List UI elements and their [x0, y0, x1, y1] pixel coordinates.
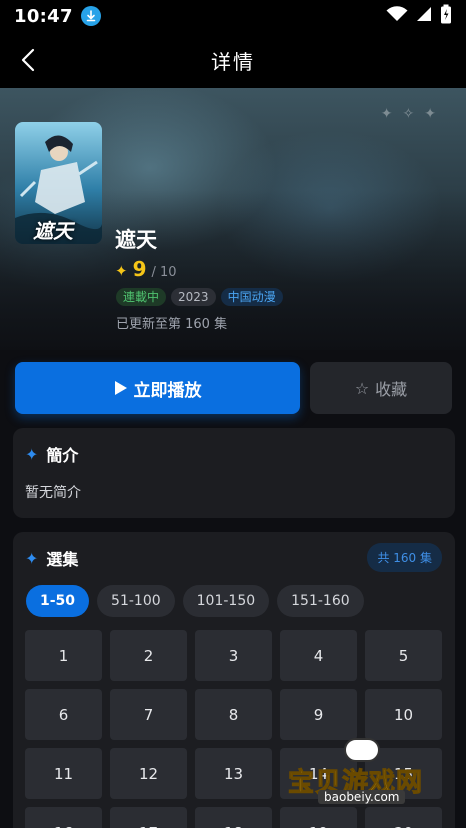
year-badge: 2023 — [171, 288, 216, 306]
range-tab[interactable]: 101-150 — [182, 585, 270, 617]
gamepad-logo-icon — [344, 738, 380, 762]
episode-button[interactable]: 19 — [280, 807, 357, 828]
intro-text: 暂无简介 — [25, 485, 81, 501]
status-time: 10:47 — [14, 5, 73, 27]
play-now-label: 立即播放 — [133, 380, 202, 401]
sparkle-star-icon: ✦ — [115, 262, 128, 280]
range-tab[interactable]: 51-100 — [97, 585, 175, 617]
show-title: 遮天 — [115, 228, 157, 252]
genre-badge: 中国动漫 — [220, 288, 283, 306]
intro-title: 簡介 — [46, 446, 79, 465]
watermark-url: baobeiy.com — [318, 790, 406, 804]
episode-button[interactable]: 18 — [195, 807, 272, 828]
rating: ✦ 9 / 10 — [115, 257, 177, 281]
update-status: 已更新至第 160 集 — [116, 317, 228, 332]
episode-button[interactable]: 6 — [25, 689, 102, 740]
poster-title: 遮天 — [33, 219, 73, 243]
sparkle-decoration-icon: ✦✧✦ — [380, 106, 446, 122]
status-bar: 10:47 — [0, 0, 466, 32]
episode-button[interactable]: 10 — [365, 689, 442, 740]
episode-button[interactable]: 1 — [25, 630, 102, 681]
episode-button[interactable]: 20 — [365, 807, 442, 828]
play-now-button[interactable]: 立即播放 — [15, 362, 300, 414]
favorite-button[interactable]: ☆ 收藏 — [310, 362, 452, 414]
range-tab[interactable]: 1-50 — [26, 585, 90, 617]
episode-button[interactable]: 12 — [110, 748, 187, 799]
episode-button[interactable]: 7 — [110, 689, 187, 740]
sparkle-icon: ✦ — [25, 548, 39, 568]
episode-title: 選集 — [46, 550, 79, 569]
page-title: 详情 — [211, 49, 255, 74]
episode-button[interactable]: 5 — [365, 630, 442, 681]
rating-score: 9 — [132, 257, 147, 281]
episode-button[interactable]: 3 — [195, 630, 272, 681]
back-button[interactable] — [12, 44, 44, 76]
status-badge: 連載中 — [116, 288, 167, 306]
star-outline-icon: ☆ — [354, 378, 370, 398]
episode-button[interactable]: 4 — [280, 630, 357, 681]
poster-image[interactable]: 遮天 — [15, 122, 102, 244]
episode-button[interactable]: 11 — [25, 748, 102, 799]
rating-max: / 10 — [151, 265, 177, 280]
episode-button[interactable]: 16 — [25, 807, 102, 828]
episode-button[interactable]: 17 — [110, 807, 187, 828]
wifi-icon — [386, 6, 408, 26]
favorite-label: 收藏 — [375, 380, 408, 399]
chevron-left-icon — [21, 48, 35, 72]
episode-button[interactable]: 13 — [195, 748, 272, 799]
episode-button[interactable]: 8 — [195, 689, 272, 740]
episode-button[interactable]: 2 — [110, 630, 187, 681]
range-tab[interactable]: 151-160 — [277, 585, 364, 617]
episode-count-badge: 共 160 集 — [367, 543, 442, 572]
download-icon — [80, 6, 101, 26]
site-watermark: 宝贝游戏网 baobeiy.com — [287, 738, 438, 808]
battery-icon — [440, 4, 452, 28]
signal-icon — [416, 6, 432, 26]
episode-range-tabs: 1-50 51-100 101-150 151-160 — [26, 585, 364, 617]
tag-list: 連載中 2023 中国动漫 — [116, 288, 283, 306]
intro-section: ✦ 簡介 暂无简介 — [13, 428, 455, 518]
top-nav-bar: 详情 — [0, 32, 466, 88]
play-icon — [114, 381, 127, 395]
episode-button[interactable]: 9 — [280, 689, 357, 740]
sparkle-icon: ✦ — [25, 444, 39, 464]
